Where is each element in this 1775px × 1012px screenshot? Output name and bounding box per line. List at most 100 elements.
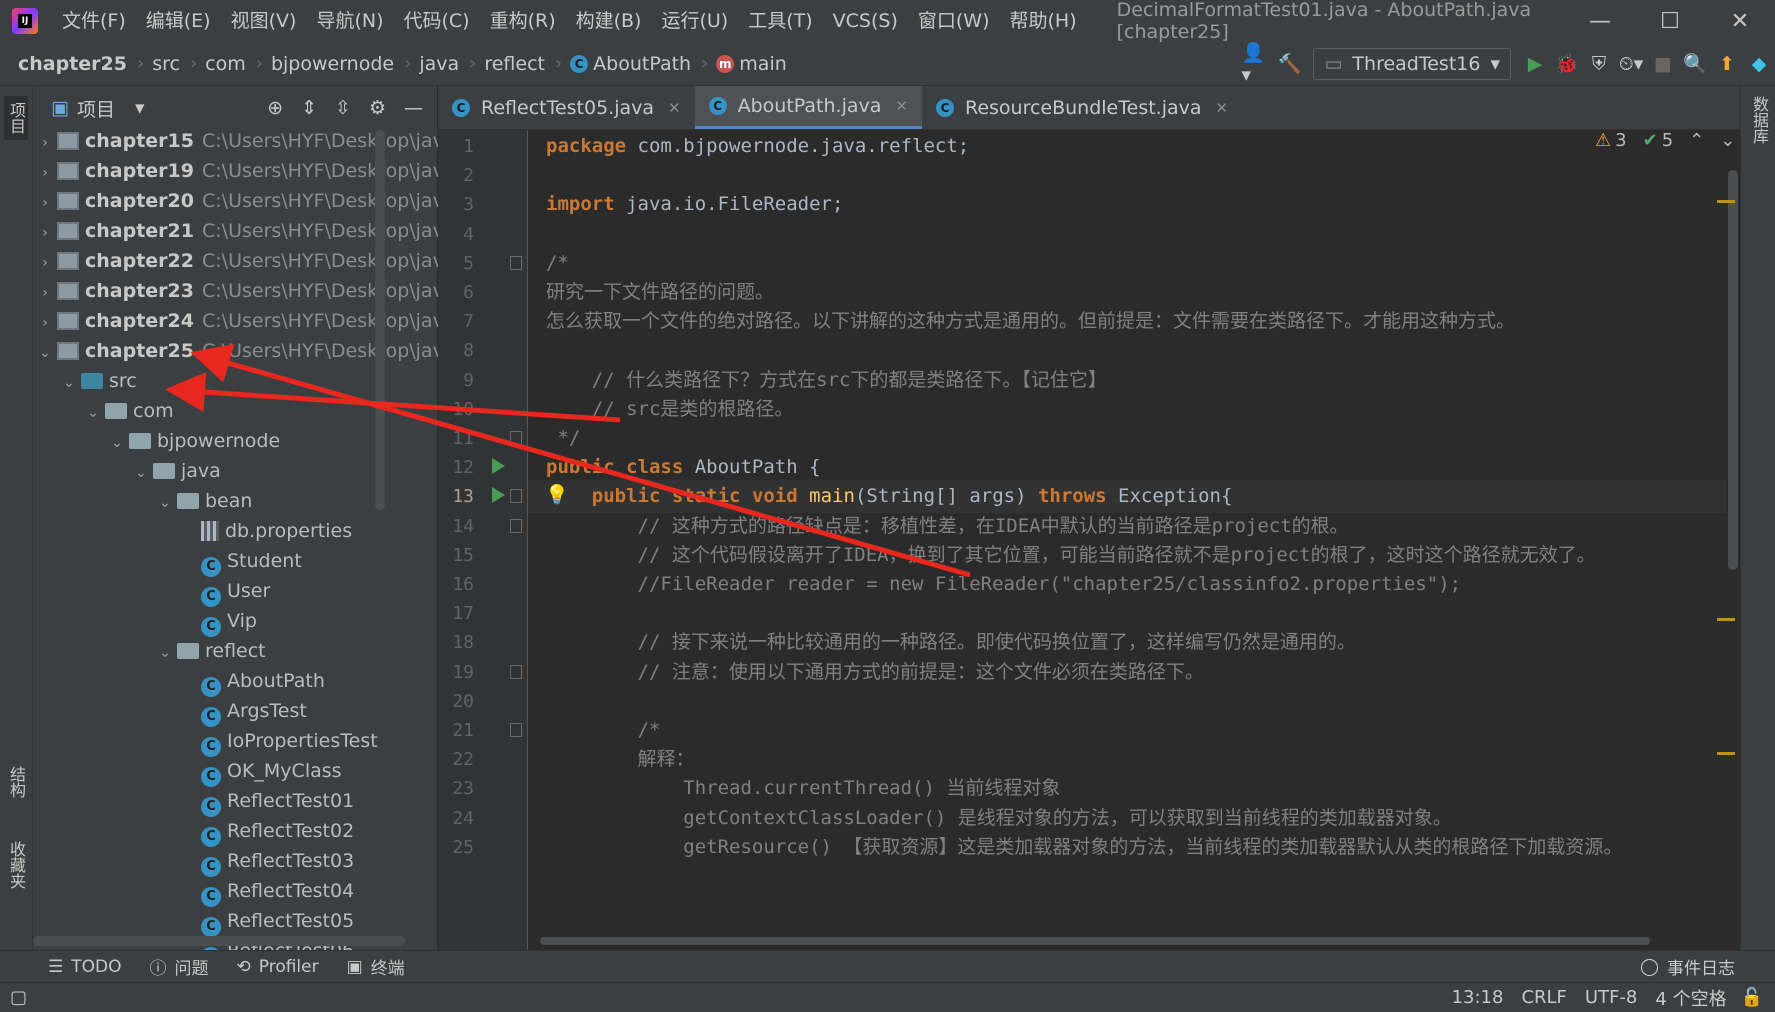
minimize-icon[interactable]: — xyxy=(1565,9,1635,34)
chevron-right-icon[interactable]: › xyxy=(33,248,57,278)
editor-tab[interactable]: C ReflectTest05.java ✕ xyxy=(438,86,695,129)
menu-item-3[interactable]: 导航(N) xyxy=(306,0,393,42)
menu-item-1[interactable]: 编辑(E) xyxy=(136,0,221,42)
tree-node[interactable]: C AboutPath xyxy=(177,666,325,697)
tree-node[interactable]: ⌄ chapter25 C:\Users\HYF\Desktop\java\ xyxy=(33,336,462,366)
error-stripe-mark[interactable] xyxy=(1717,618,1735,621)
tree-node[interactable]: › chapter19 C:\Users\HYF\Desktop\java\ xyxy=(33,156,462,186)
expand-all-icon[interactable]: ⇕ xyxy=(301,97,317,119)
fold-marker-icon[interactable] xyxy=(510,723,522,737)
plugin-icon[interactable]: ◆ xyxy=(1743,48,1775,80)
chevron-right-icon[interactable]: › xyxy=(33,188,57,218)
menu-item-11[interactable]: 帮助(H) xyxy=(1000,0,1087,42)
tree-node[interactable]: C ReflectTest05 xyxy=(177,906,354,937)
editor-tab[interactable]: C ResourceBundleTest.java ✕ xyxy=(922,86,1242,129)
tree-node[interactable]: › chapter15 C:\Users\HYF\Desktop\java\ xyxy=(33,126,462,156)
breadcrumb-item[interactable]: com xyxy=(205,53,248,75)
tree-node[interactable]: ⌄ java xyxy=(129,456,221,486)
code-line[interactable]: // 这个代码假设离开了IDEA，换到了其它位置，可能当前路径就不是projec… xyxy=(546,539,1596,572)
update-icon[interactable]: ⬆ xyxy=(1711,48,1743,80)
code-line[interactable]: 解释： xyxy=(546,743,695,776)
build-hammer-icon[interactable]: 🔨 xyxy=(1273,48,1305,80)
tree-node[interactable]: C OK_MyClass xyxy=(177,756,342,787)
tree-node[interactable]: C ArgsTest xyxy=(177,696,307,727)
caret-position[interactable]: 13:18 xyxy=(1452,987,1504,1008)
code-line[interactable]: import java.io.FileReader; xyxy=(546,188,843,221)
tree-node[interactable]: ⌄ bjpowernode xyxy=(105,426,280,456)
chevron-down-icon[interactable]: ⌄ xyxy=(81,398,105,428)
profiler-tab[interactable]: Profiler xyxy=(259,957,319,977)
coverage-icon[interactable]: ⛨ xyxy=(1583,48,1615,80)
menu-item-9[interactable]: VCS(S) xyxy=(823,0,908,42)
stop-icon[interactable]: ■ xyxy=(1647,48,1679,80)
code-line[interactable]: public static void main(String[] args) t… xyxy=(546,480,1233,513)
lock-icon[interactable]: 🔓 xyxy=(1741,987,1763,1008)
project-panel-title[interactable]: 项目 xyxy=(77,95,115,122)
breadcrumb-item[interactable]: chapter25 xyxy=(18,53,129,75)
structure-tool-tab[interactable]: 结构 xyxy=(4,766,28,798)
chevron-right-icon[interactable]: › xyxy=(33,218,57,248)
chevron-right-icon[interactable]: › xyxy=(33,308,57,338)
tree-node[interactable]: › chapter21 C:\Users\HYF\Desktop\java\ xyxy=(33,216,462,246)
tree-node[interactable]: ⌄ bean xyxy=(153,486,252,516)
breadcrumb-item[interactable]: m main xyxy=(716,53,788,75)
code-editor[interactable]: package com.bjpowernode.java.reflect; imp… xyxy=(528,130,1726,950)
maximize-icon[interactable]: ☐ xyxy=(1635,9,1705,34)
breadcrumb-item[interactable]: reflect xyxy=(484,53,547,75)
chevron-down-icon[interactable]: ⌄ xyxy=(153,488,177,518)
editor-hscrollbar[interactable] xyxy=(540,937,1650,945)
code-line[interactable]: getResource() 【获取资源】这是类加载器对象的方法，当前线程的类加载… xyxy=(546,831,1622,864)
code-line[interactable]: 怎么获取一个文件的绝对路径。以下讲解的这种方式是通用的。但前提是：文件需要在类路… xyxy=(546,305,1515,338)
database-tool-tab[interactable]: 数据库 xyxy=(1747,96,1771,144)
menu-item-2[interactable]: 视图(V) xyxy=(221,0,307,42)
tree-node[interactable]: ⌄ reflect xyxy=(153,636,266,666)
error-stripe-mark[interactable] xyxy=(1717,200,1735,203)
tree-scrollbar[interactable] xyxy=(375,130,385,510)
menu-item-6[interactable]: 构建(B) xyxy=(566,0,652,42)
chevron-down-icon[interactable]: ⌄ xyxy=(105,428,129,458)
fold-marker-icon[interactable] xyxy=(510,518,522,533)
fold-marker-icon[interactable] xyxy=(510,431,522,445)
menu-item-8[interactable]: 工具(T) xyxy=(738,0,822,42)
close-tab-icon[interactable]: ✕ xyxy=(895,97,908,115)
breadcrumb-item[interactable]: src xyxy=(152,53,182,75)
tree-node[interactable]: C User xyxy=(177,576,270,607)
terminal-tab[interactable]: 终端 xyxy=(371,954,405,979)
tree-node[interactable]: › chapter24 C:\Users\HYF\Desktop\java\ xyxy=(33,306,462,336)
menu-item-10[interactable]: 窗口(W) xyxy=(908,0,1000,42)
close-tab-icon[interactable]: ✕ xyxy=(1216,99,1229,117)
project-tool-tab[interactable]: 项目 xyxy=(4,96,28,140)
code-line[interactable]: /* xyxy=(546,247,569,280)
code-line[interactable]: // src是类的根路径。 xyxy=(546,393,794,426)
chevron-right-icon[interactable]: › xyxy=(33,278,57,308)
menu-item-4[interactable]: 代码(C) xyxy=(393,0,479,42)
tree-node[interactable]: › chapter22 C:\Users\HYF\Desktop\java\ xyxy=(33,246,462,276)
code-line[interactable]: getContextClassLoader() 是线程对象的方法，可以获取到当前… xyxy=(546,802,1452,835)
collapse-all-icon[interactable]: ⇳ xyxy=(335,97,351,119)
tree-node[interactable]: C IoPropertiesTest xyxy=(177,726,378,757)
fold-marker-icon[interactable] xyxy=(510,489,522,504)
editor-tab[interactable]: C AboutPath.java ✕ xyxy=(694,86,922,129)
code-line[interactable]: /* xyxy=(546,714,661,747)
file-encoding[interactable]: UTF-8 xyxy=(1585,987,1637,1008)
layout-icon[interactable]: ▢ xyxy=(10,987,27,1008)
next-highlight-icon[interactable]: ⌄ xyxy=(1720,130,1735,151)
code-line[interactable]: public class AboutPath { xyxy=(546,451,821,484)
code-line[interactable]: */ xyxy=(546,422,580,455)
tree-node[interactable]: C ReflectTest03 xyxy=(177,846,354,877)
user-icon[interactable]: 👤▾ xyxy=(1241,42,1273,86)
tree-node[interactable]: ⌄ src xyxy=(57,366,137,396)
debug-icon[interactable]: 🐞 xyxy=(1551,48,1583,80)
problems-tab[interactable]: 问题 xyxy=(175,954,209,979)
fold-marker-icon[interactable] xyxy=(510,664,522,679)
line-separator[interactable]: CRLF xyxy=(1521,987,1566,1008)
event-log-tab[interactable]: 事件日志 xyxy=(1667,954,1735,979)
search-icon[interactable]: 🔍 xyxy=(1679,48,1711,80)
prev-highlight-icon[interactable]: ⌃ xyxy=(1689,130,1704,151)
tree-hscrollbar[interactable] xyxy=(33,936,405,946)
chevron-right-icon[interactable]: › xyxy=(33,158,57,188)
close-icon[interactable]: ✕ xyxy=(1705,9,1775,34)
gear-icon[interactable]: ⚙ xyxy=(369,97,386,119)
tree-node[interactable]: C Student xyxy=(177,546,302,577)
code-line[interactable]: // 接下来说一种比较通用的一种路径。即使代码换位置了，这样编写仍然是通用的。 xyxy=(546,626,1356,659)
